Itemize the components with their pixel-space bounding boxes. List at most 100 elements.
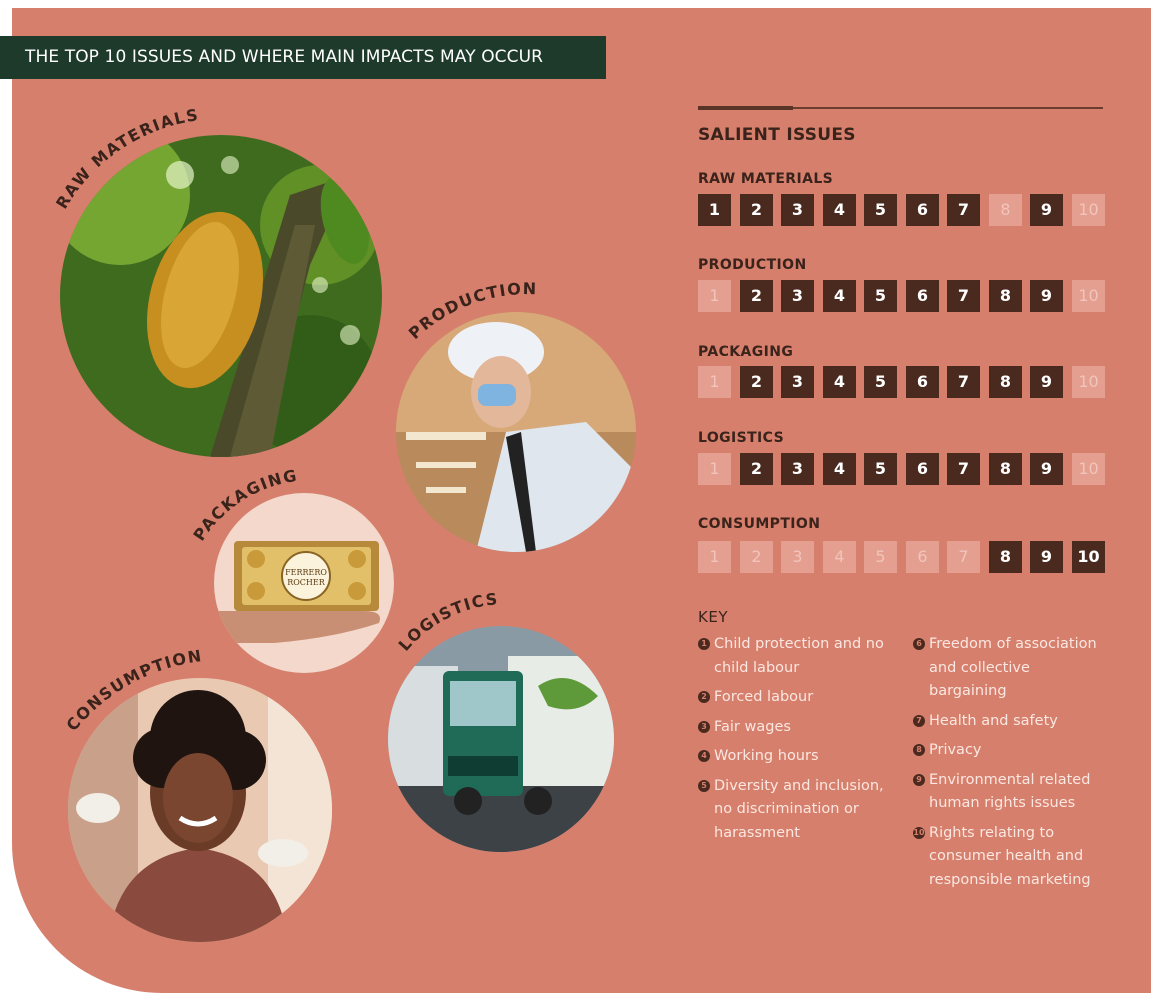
key-number-badge: 9	[913, 773, 925, 786]
key-number-badge: 10	[913, 826, 925, 839]
issue-box: 2	[740, 541, 773, 573]
svg-text:CONSUMPTION: CONSUMPTION	[62, 646, 203, 734]
issue-box: 3	[781, 280, 814, 312]
issue-box: 7	[947, 541, 980, 573]
key-item-text: Rights relating to	[929, 824, 1055, 841]
key-item-text: consumer health and	[929, 848, 1084, 864]
issue-box: 9	[1030, 541, 1063, 573]
issue-box: 7	[947, 280, 980, 312]
key-item: 2 Forced labour	[698, 686, 888, 710]
key-item-text: bargaining	[929, 683, 1007, 699]
key-item-text: Diversity and inclusion,	[714, 777, 884, 794]
section-rule	[793, 107, 1103, 109]
key-item: 4 Working hours	[698, 745, 888, 769]
issue-box: 3	[781, 366, 814, 398]
issue-box: 10	[1072, 366, 1105, 398]
issue-box: 4	[823, 366, 856, 398]
issue-box: 7	[947, 366, 980, 398]
key-number-badge: 4	[698, 750, 710, 762]
issue-box: 3	[781, 194, 814, 226]
issue-box: 10	[1072, 453, 1105, 485]
issue-box: 8	[989, 453, 1022, 485]
svg-text:RAW MATERIALS: RAW MATERIALS	[52, 105, 200, 212]
key-item: 6 Freedom of association and collective bar…	[913, 633, 1103, 704]
key-item: 3 Fair wages	[698, 716, 888, 740]
issue-box: 6	[906, 541, 939, 573]
page-title: THE TOP 10 ISSUES AND WHERE MAIN IMPACTS…	[0, 36, 606, 79]
svg-text:ROCHER: ROCHER	[287, 578, 326, 587]
issue-box: 10	[1072, 541, 1105, 573]
key-item: 1 Child protection and no child labour	[698, 633, 888, 680]
issue-box: 1	[698, 541, 731, 573]
key-number-badge: 8	[913, 744, 925, 756]
key-item-text: Privacy	[929, 742, 982, 758]
svg-text:PRODUCTION: PRODUCTION	[405, 279, 538, 343]
issue-box: 5	[864, 366, 897, 398]
issue-box: 9	[1030, 194, 1063, 226]
stage-label: RAW MATERIALS	[698, 171, 834, 187]
issue-box: 9	[1030, 453, 1063, 485]
issue-box: 5	[864, 541, 897, 573]
issue-box: 2	[740, 366, 773, 398]
packaging-label: PACKAGING	[189, 466, 297, 544]
logistics-label: LOGISTICS	[395, 589, 500, 654]
production-label: PRODUCTION	[405, 279, 538, 343]
issue-box: 5	[864, 453, 897, 485]
key-number-badge: 3	[698, 720, 710, 733]
issue-box: 4	[823, 280, 856, 312]
key-number-badge: 7	[913, 714, 925, 727]
key-item-text: Health and safety	[929, 712, 1058, 729]
issue-box: 9	[1030, 366, 1063, 398]
key-item: 8 Privacy	[913, 739, 1103, 763]
stage-label: CONSUMPTION	[698, 516, 821, 532]
issue-box: 6	[906, 194, 939, 226]
key-item-text: Child protection and no	[714, 636, 884, 652]
issue-box: 9	[1030, 280, 1063, 312]
key-title: KEY	[698, 608, 728, 626]
issue-box: 6	[906, 280, 939, 312]
key-number-badge: 6	[913, 638, 925, 650]
issue-box: 8	[989, 194, 1022, 226]
issue-box: 7	[947, 194, 980, 226]
issue-box: 4	[823, 453, 856, 485]
key-item-text: responsible marketing	[929, 871, 1091, 888]
issue-box: 3	[781, 541, 814, 573]
consumption-label: CONSUMPTION	[62, 646, 203, 734]
key-number-badge: 5	[698, 779, 710, 792]
section-rule-accent	[698, 106, 793, 110]
issue-box: 5	[864, 280, 897, 312]
stage-label: LOGISTICS	[698, 430, 785, 446]
key-number-badge: 1	[698, 638, 710, 650]
issue-box: 2	[740, 280, 773, 312]
issue-box: 1	[698, 453, 731, 485]
key-item: 5 Diversity and inclusion, no discriminati…	[698, 775, 888, 846]
stage-label: PRODUCTION	[698, 257, 807, 273]
issue-box: 2	[740, 453, 773, 485]
issue-box: 4	[823, 194, 856, 226]
key-item-text: Working hours	[714, 748, 819, 764]
issue-box: 6	[906, 453, 939, 485]
svg-text:FERRERO: FERRERO	[285, 568, 327, 577]
key-item-text: no discrimination or	[714, 801, 859, 817]
svg-text:LOGISTICS: LOGISTICS	[395, 589, 500, 654]
issue-box: 4	[823, 541, 856, 573]
key-item-text: Forced labour	[714, 689, 814, 705]
issue-box: 8	[989, 366, 1022, 398]
key-item-text: Environmental related	[929, 771, 1091, 788]
issue-box: 10	[1072, 280, 1105, 312]
issue-box: 8	[989, 541, 1022, 573]
key-item-text: Freedom of association	[929, 636, 1097, 652]
issue-box: 6	[906, 366, 939, 398]
key-item: 7 Health and safety	[913, 710, 1103, 734]
key-item: 10 Rights relating to consumer health and r…	[913, 822, 1103, 893]
key-item-text: Fair wages	[714, 718, 791, 735]
issue-box: 10	[1072, 194, 1105, 226]
raw-materials-label: RAW MATERIALS	[52, 105, 200, 212]
issue-box: 5	[864, 194, 897, 226]
key-item: 9 Environmental related human rights issue…	[913, 769, 1103, 816]
key-number-badge: 2	[698, 691, 710, 703]
issue-box: 3	[781, 453, 814, 485]
key-item-text: child labour	[714, 659, 800, 676]
issue-box: 2	[740, 194, 773, 226]
key-item-text: human rights issues	[929, 795, 1076, 811]
